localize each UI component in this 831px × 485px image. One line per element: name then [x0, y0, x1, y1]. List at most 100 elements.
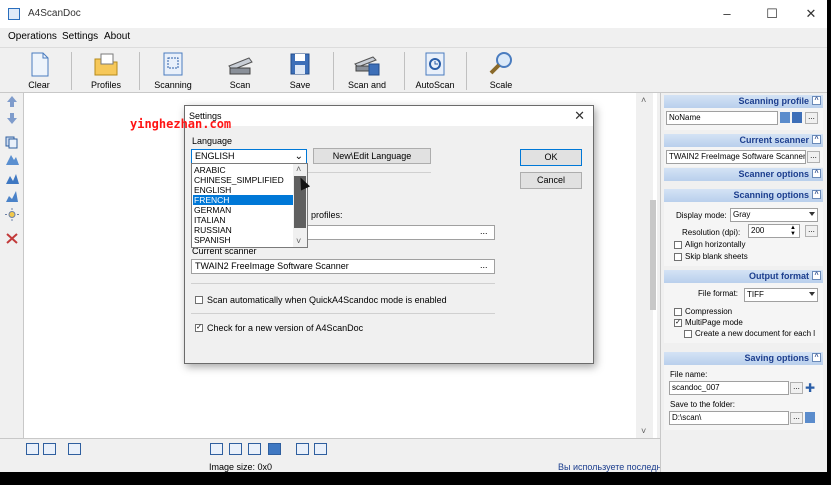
language-option[interactable]: CHINESE_SIMPLIFIED — [193, 175, 293, 185]
file-name-input[interactable]: scandoc_007 — [669, 381, 789, 395]
file-name-label: File name: — [670, 370, 708, 379]
align-horizontally-checkbox[interactable] — [674, 241, 682, 249]
move-down-icon[interactable] — [5, 112, 19, 125]
language-option[interactable]: RUSSIAN — [193, 225, 293, 235]
scanner-more-button[interactable]: ... — [480, 260, 488, 270]
cancel-button[interactable]: Cancel — [520, 172, 582, 189]
open-profile-icon[interactable] — [780, 112, 790, 123]
divider — [191, 313, 495, 314]
collapse-icon[interactable]: ^ — [812, 190, 821, 199]
skip-blank-checkbox[interactable] — [674, 253, 682, 261]
current-scanner-header[interactable]: Current scanner ^ — [664, 134, 823, 147]
ok-button[interactable]: OK — [520, 149, 582, 166]
scroll-up-arrow-icon[interactable]: ˄ — [641, 95, 646, 105]
minimize-button[interactable]: – — [712, 5, 742, 23]
check-version-label: Check for a new version of A4ScanDoc — [207, 323, 364, 333]
saving-options-header[interactable]: Saving options ^ — [664, 352, 823, 365]
language-dropdown-list[interactable]: ARABIC CHINESE_SIMPLIFIED ENGLISH FRENCH… — [191, 163, 308, 248]
scanning-profile-header[interactable]: Scanning profile ^ — [664, 95, 823, 108]
fit-height-icon[interactable] — [248, 443, 261, 455]
menu-settings[interactable]: Settings — [62, 31, 98, 42]
folder-input[interactable]: D:\scan\ — [669, 411, 789, 425]
levels-icon[interactable] — [5, 190, 19, 203]
scale-button[interactable]: Scale — [484, 50, 518, 92]
scroll-down-arrow-icon[interactable]: ˅ — [641, 426, 646, 436]
actual-size-icon[interactable] — [268, 443, 281, 455]
fit-width-icon[interactable] — [229, 443, 242, 455]
zoom-out-icon[interactable] — [314, 443, 327, 455]
scale-label: Scale — [489, 80, 513, 90]
autoscan-button[interactable]: AutoScan — [414, 50, 456, 92]
profile-more-button[interactable]: ... — [805, 112, 818, 124]
scanning-area-button[interactable]: Scanning area — [144, 50, 202, 100]
collapse-icon[interactable]: ^ — [812, 135, 821, 144]
scan-button[interactable]: Scan — [220, 50, 260, 92]
autoscan-label: AutoScan — [415, 80, 455, 90]
effects-icon[interactable] — [5, 208, 19, 221]
language-option[interactable]: SPANISH — [193, 235, 293, 245]
collapse-icon[interactable]: ^ — [812, 353, 821, 362]
new-document-checkbox[interactable] — [684, 330, 692, 338]
brightness-icon[interactable] — [5, 153, 19, 166]
close-button[interactable]: ✕ — [796, 5, 826, 23]
add-icon[interactable]: ✚ — [805, 381, 815, 395]
move-up-icon[interactable] — [5, 95, 19, 108]
language-value: ENGLISH — [195, 151, 235, 161]
scan-and-save-button[interactable]: Scan and save — [338, 50, 396, 100]
grid-view-icon[interactable] — [68, 443, 81, 455]
save-button[interactable]: Save — [282, 50, 318, 92]
menu-operations[interactable]: Operations — [8, 31, 57, 42]
collapse-icon[interactable]: ^ — [812, 96, 821, 105]
profile-name-field[interactable]: NoName — [666, 111, 778, 125]
save-profile-icon[interactable] — [792, 112, 802, 123]
scanner-more-button[interactable]: ... — [807, 151, 820, 163]
scanning-options-header[interactable]: Scanning options ^ — [664, 189, 823, 202]
scanner-options-header[interactable]: Scanner options ^ — [664, 168, 823, 181]
select-all-icon[interactable] — [26, 443, 39, 455]
pages-icon[interactable] — [5, 136, 19, 149]
file-name-more-button[interactable]: ... — [790, 382, 803, 394]
language-option[interactable]: GERMAN — [193, 205, 293, 215]
language-option[interactable]: ARABIC — [193, 165, 293, 175]
delete-icon[interactable] — [5, 232, 19, 245]
clear-button[interactable]: Clear — [18, 50, 60, 92]
scan-auto-label: Scan automatically when QuickA4Scandoc m… — [207, 295, 447, 305]
language-option[interactable]: ITALIAN — [193, 215, 293, 225]
display-mode-select[interactable]: Gray — [730, 208, 818, 222]
scanning-profile-title: Scanning profile — [738, 96, 809, 106]
canvas-scroll-thumb[interactable] — [650, 200, 656, 310]
scan-auto-checkbox[interactable] — [195, 296, 203, 304]
fit-page-icon[interactable] — [210, 443, 223, 455]
scroll-down-arrow-icon[interactable]: ˅ — [296, 236, 301, 246]
language-option[interactable]: ENGLISH — [193, 185, 293, 195]
dialog-close-icon[interactable]: ✕ — [574, 108, 585, 124]
current-scanner-field[interactable]: TWAIN2 FreeImage Software Scanner — [666, 150, 806, 164]
resolution-more-button[interactable]: ... — [805, 225, 818, 237]
current-scanner-field[interactable]: TWAIN2 FreeImage Software Scanner — [191, 259, 495, 274]
new-edit-language-button[interactable]: New\Edit Language — [313, 148, 431, 164]
browse-folder-icon[interactable] — [805, 412, 815, 423]
resolution-stepper-icon[interactable]: ▲ ▼ — [790, 225, 796, 237]
dialog-title-bar: Settings ✕ — [185, 106, 593, 126]
output-format-header[interactable]: Output format ^ — [664, 270, 823, 283]
compression-checkbox[interactable] — [674, 308, 682, 316]
collapse-icon[interactable]: ^ — [812, 169, 821, 178]
profiles-button[interactable]: Profiles — [84, 50, 128, 92]
scroll-up-arrow-icon[interactable]: ˄ — [296, 164, 301, 174]
folder-more-button[interactable]: ... — [790, 412, 803, 424]
maximize-button[interactable]: ☐ — [757, 5, 787, 23]
deselect-icon[interactable] — [43, 443, 56, 455]
language-select[interactable]: ENGLISH ⌄ — [191, 149, 307, 164]
file-format-select[interactable]: TIFF — [744, 288, 818, 302]
scanner-icon — [226, 50, 254, 78]
output-format-title: Output format — [749, 271, 809, 281]
contrast-icon[interactable] — [5, 172, 19, 185]
menu-about[interactable]: About — [104, 31, 130, 42]
language-option-highlighted[interactable]: FRENCH — [193, 195, 293, 205]
profiles-more-button[interactable]: ... — [480, 226, 488, 236]
window-title: A4ScanDoc — [28, 8, 81, 19]
zoom-in-icon[interactable] — [296, 443, 309, 455]
collapse-icon[interactable]: ^ — [812, 271, 821, 280]
multipage-checkbox[interactable]: ✓ — [674, 319, 682, 327]
check-version-checkbox[interactable]: ✓ — [195, 324, 203, 332]
